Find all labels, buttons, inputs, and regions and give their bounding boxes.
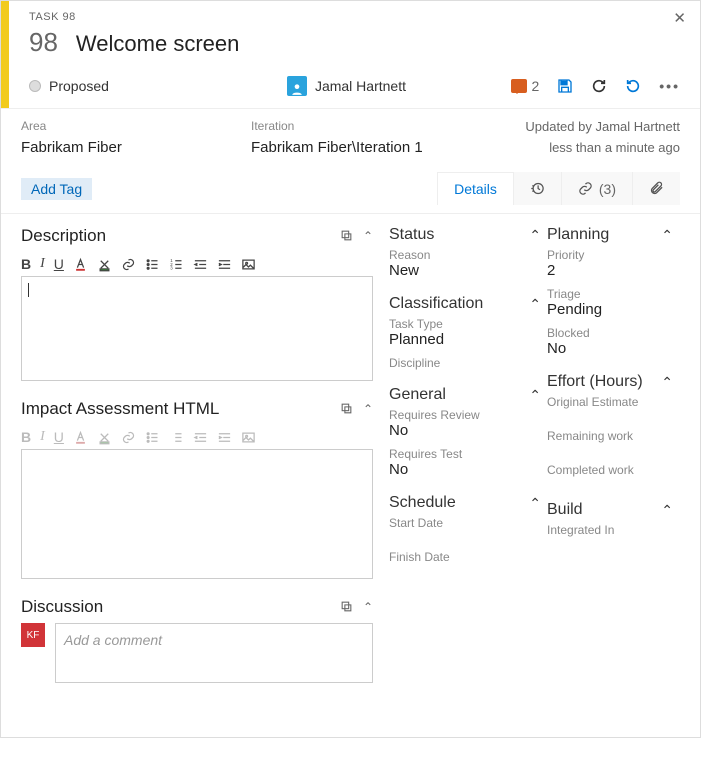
orig-estimate-label: Original Estimate <box>547 395 673 409</box>
discipline-label: Discipline <box>389 356 541 370</box>
triage-value[interactable]: Pending <box>547 301 673 318</box>
number-list-button[interactable]: 123 <box>169 257 184 272</box>
tab-attachments[interactable] <box>632 172 680 205</box>
collapse-build-icon[interactable]: ⌃ <box>661 502 673 519</box>
updated-time: less than a minute ago <box>481 138 680 159</box>
indent-button[interactable] <box>217 257 232 272</box>
impact-editor[interactable] <box>21 449 373 579</box>
build-heading: Build <box>547 501 583 519</box>
collapse-description-icon[interactable]: ⌃ <box>363 229 373 243</box>
underline-button[interactable]: U <box>54 256 64 272</box>
general-heading: General <box>389 386 446 404</box>
reason-value[interactable]: New <box>389 262 541 279</box>
comment-input[interactable]: Add a comment <box>55 623 373 683</box>
refresh-button[interactable] <box>591 78 607 94</box>
tasktype-label: Task Type <box>389 317 541 331</box>
close-icon[interactable]: ✕ <box>673 9 686 27</box>
expand-description-icon[interactable] <box>340 229 353 243</box>
collapse-planning-icon[interactable]: ⌃ <box>661 227 673 244</box>
number-list-button-2[interactable] <box>169 430 184 445</box>
avatar <box>287 76 307 96</box>
schedule-heading: Schedule <box>389 494 456 512</box>
italic-button-2[interactable]: I <box>40 429 45 445</box>
task-type-label: TASK 98 <box>29 11 680 23</box>
classification-heading: Classification <box>389 295 483 313</box>
test-value[interactable]: No <box>389 461 541 478</box>
priority-label: Priority <box>547 248 673 262</box>
effort-heading: Effort (Hours) <box>547 373 643 391</box>
undo-button[interactable] <box>625 78 641 94</box>
collapse-classification-icon[interactable]: ⌃ <box>529 296 541 313</box>
bold-button-2[interactable]: B <box>21 429 31 445</box>
description-heading: Description <box>21 226 106 246</box>
test-label: Requires Test <box>389 447 541 461</box>
remaining-label: Remaining work <box>547 429 673 443</box>
clear-format-button[interactable] <box>97 257 112 272</box>
collapse-schedule-icon[interactable]: ⌃ <box>529 495 541 512</box>
state-picker[interactable]: Proposed <box>29 78 109 94</box>
tab-history[interactable] <box>513 172 561 205</box>
priority-value[interactable]: 2 <box>547 262 673 279</box>
status-heading: Status <box>389 226 434 244</box>
add-tag-button[interactable]: Add Tag <box>21 178 92 200</box>
description-editor[interactable] <box>21 276 373 381</box>
clear-format-button-2[interactable] <box>97 430 112 445</box>
font-color-button[interactable] <box>73 257 88 272</box>
comment-count: 2 <box>531 78 539 94</box>
expand-discussion-icon[interactable] <box>340 600 353 614</box>
assignee-picker[interactable]: Jamal Hartnett <box>287 76 406 96</box>
font-color-button-2[interactable] <box>73 430 88 445</box>
planning-heading: Planning <box>547 226 609 244</box>
area-value[interactable]: Fabrikam Fiber <box>21 136 211 160</box>
outdent-button[interactable] <box>193 257 208 272</box>
image-button-2[interactable] <box>241 430 256 445</box>
bullet-list-button-2[interactable] <box>145 430 160 445</box>
svg-text:3: 3 <box>170 265 173 270</box>
collapse-general-icon[interactable]: ⌃ <box>529 387 541 404</box>
italic-button[interactable]: I <box>40 256 45 272</box>
reason-label: Reason <box>389 248 541 262</box>
review-label: Requires Review <box>389 408 541 422</box>
startdate-label: Start Date <box>389 516 541 530</box>
image-button[interactable] <box>241 257 256 272</box>
expand-impact-icon[interactable] <box>340 402 353 416</box>
state-dot-icon <box>29 80 41 92</box>
finishdate-label: Finish Date <box>389 550 541 564</box>
underline-button-2[interactable]: U <box>54 429 64 445</box>
triage-label: Triage <box>547 287 673 301</box>
area-label: Area <box>21 117 211 136</box>
task-id: 98 <box>29 27 58 58</box>
task-title[interactable]: Welcome screen <box>76 31 239 57</box>
iteration-value[interactable]: Fabrikam Fiber\Iteration 1 <box>251 136 441 160</box>
discussion-heading: Discussion <box>21 597 103 617</box>
state-label: Proposed <box>49 78 109 94</box>
indent-button-2[interactable] <box>217 430 232 445</box>
completed-label: Completed work <box>547 463 673 477</box>
user-badge: KF <box>21 623 45 647</box>
more-actions-button[interactable]: ••• <box>659 78 680 94</box>
save-button[interactable] <box>557 78 573 94</box>
integrated-label: Integrated In <box>547 523 673 537</box>
assignee-name: Jamal Hartnett <box>315 78 406 94</box>
impact-heading: Impact Assessment HTML <box>21 399 219 419</box>
tab-details[interactable]: Details <box>437 172 513 205</box>
tab-links[interactable]: (3) <box>561 172 632 205</box>
blocked-label: Blocked <box>547 326 673 340</box>
review-value[interactable]: No <box>389 422 541 439</box>
tasktype-value[interactable]: Planned <box>389 331 541 348</box>
collapse-impact-icon[interactable]: ⌃ <box>363 402 373 416</box>
collapse-discussion-icon[interactable]: ⌃ <box>363 600 373 614</box>
blocked-value[interactable]: No <box>547 340 673 357</box>
outdent-button-2[interactable] <box>193 430 208 445</box>
comment-icon <box>511 79 527 93</box>
updated-by: Updated by Jamal Hartnett <box>481 117 680 138</box>
bullet-list-button[interactable] <box>145 257 160 272</box>
comments-button[interactable]: 2 <box>511 78 539 94</box>
collapse-status-icon[interactable]: ⌃ <box>529 227 541 244</box>
bold-button[interactable]: B <box>21 256 31 272</box>
collapse-effort-icon[interactable]: ⌃ <box>661 374 673 391</box>
iteration-label: Iteration <box>251 117 441 136</box>
link-button[interactable] <box>121 257 136 272</box>
link-button-2[interactable] <box>121 430 136 445</box>
